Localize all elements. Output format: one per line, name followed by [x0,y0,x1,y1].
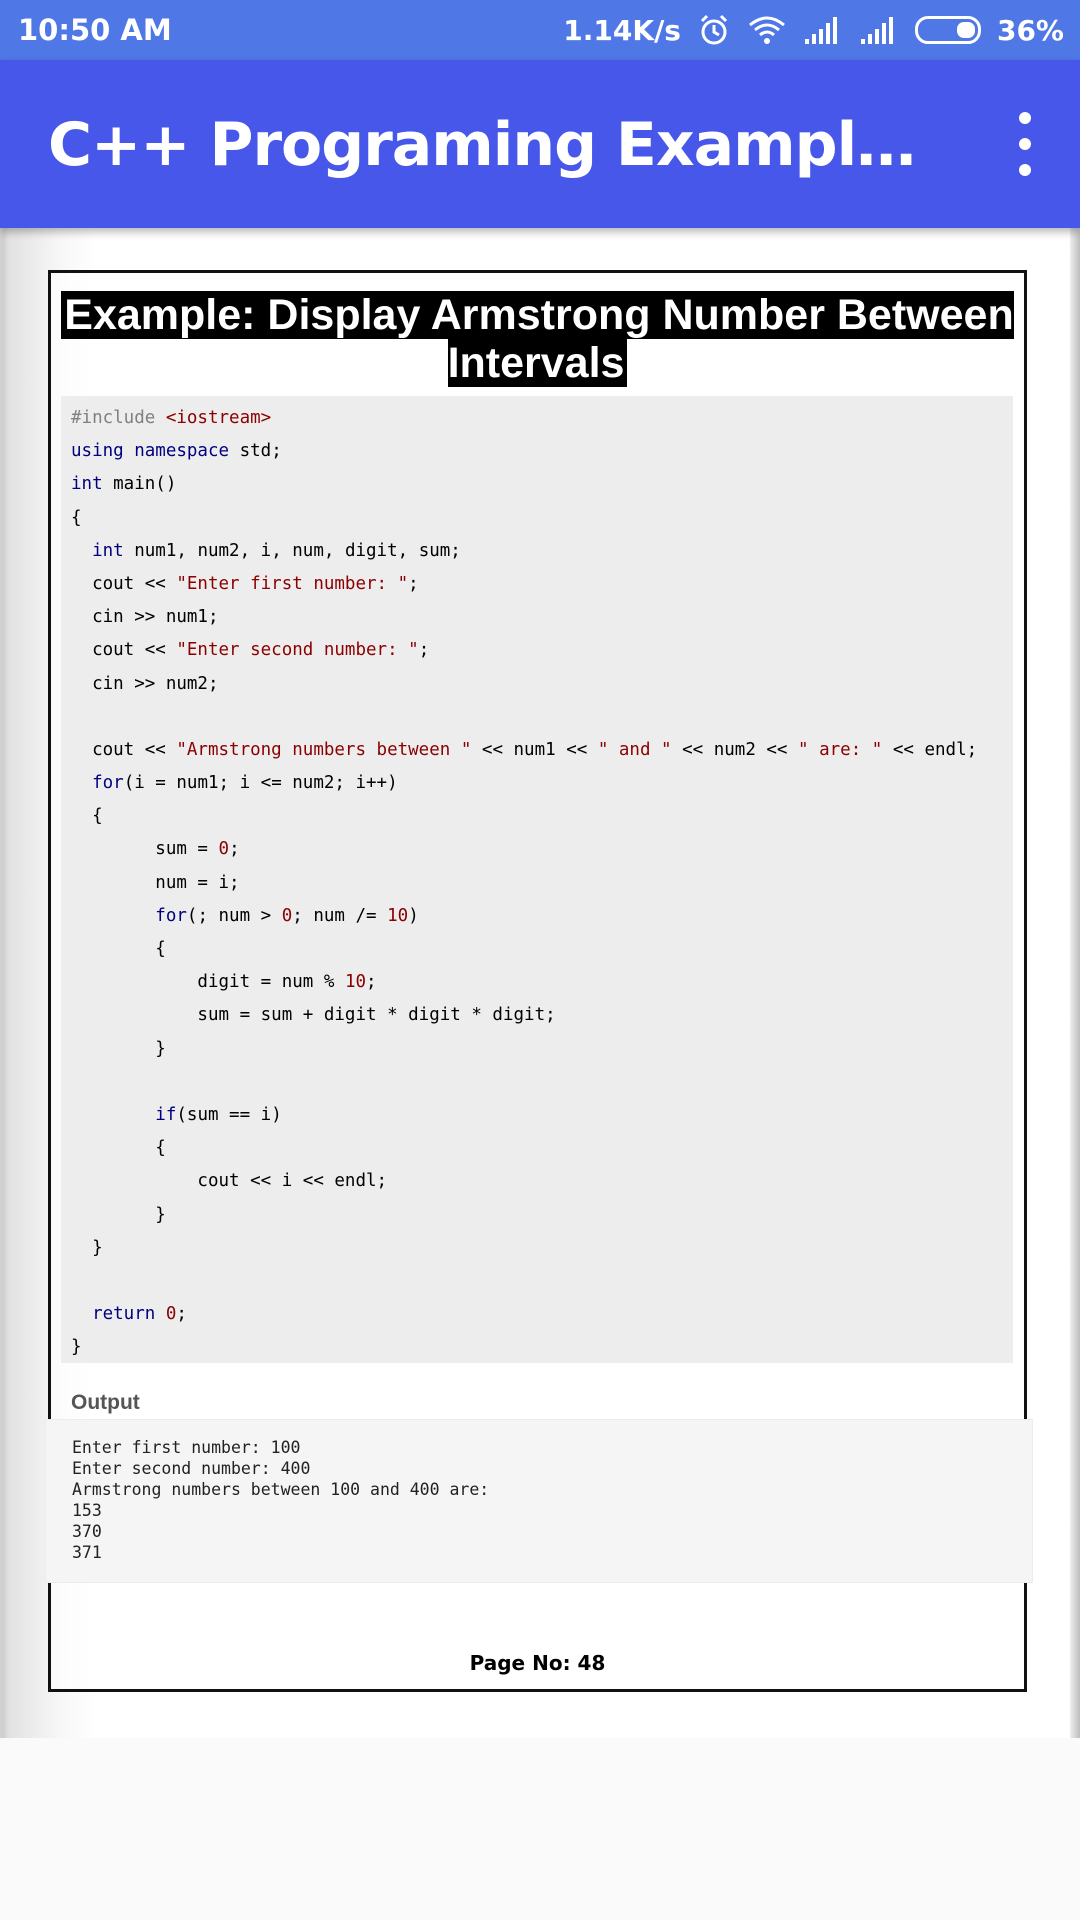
signal-icon-2 [859,15,899,45]
code-line: } [71,1337,82,1358]
output-line: 371 [72,1543,102,1562]
output-line: Enter second number: 400 [72,1459,311,1478]
signal-icon [803,15,843,45]
battery-percent: 36% [996,13,1064,47]
code-line: } [71,1038,166,1059]
page-title: Example: Display Armstrong Number Betwee… [51,291,1024,387]
battery-icon [914,16,981,44]
code-line: sum = sum + digit * digit * digit; [71,1005,556,1026]
more-vert-icon [1019,112,1031,124]
app-bar: C++ Programing Examples Ebo… [0,60,1080,228]
status-time: 10:50 AM [18,13,172,47]
output-line: Armstrong numbers between 100 and 400 ar… [72,1480,490,1499]
code-line: for(; num > 0; num /= 10) [155,905,419,926]
app-title: C++ Programing Examples Ebo… [48,110,928,180]
code-line: #include <iostream> [71,408,272,428]
code-line: cout << "Enter first number: "; [71,573,419,594]
code-line: cout << "Armstrong numbers between " << … [71,739,978,760]
wifi-icon [747,15,787,45]
output-line: 153 [72,1501,102,1520]
output-label: Output [71,1391,140,1414]
code-line: digit = num % 10; [71,972,377,993]
code-line: { [71,507,82,528]
output-block: Enter first number: 100 Enter second numb… [45,1419,1033,1583]
ebook-page: Example: Display Armstrong Number Betwee… [45,270,1033,1692]
code-line: if(sum == i) [155,1104,282,1125]
code-line: return 0; [92,1304,187,1325]
code-line: } [71,1237,103,1258]
output-line: 370 [72,1522,102,1541]
code-line: cout << "Enter second number: "; [71,640,430,661]
code-line: cout << i << endl; [71,1171,388,1192]
overflow-menu-button[interactable] [1000,112,1050,176]
code-line: { [71,806,103,827]
code-line: sum = 0; [71,839,240,860]
code-line: } [71,1204,166,1225]
code-line: { [71,1138,166,1159]
code-line: for(i = num1; i <= num2; i++) [92,773,398,794]
code-line: { [71,939,166,959]
page-number: Page No: 48 [469,1651,606,1675]
alarm-icon [697,13,731,47]
code-line: using namespace std; [71,441,282,462]
network-speed: 1.14K/s [563,13,681,47]
code-line: num = i; [71,872,240,893]
code-line: int num1, num2, i, num, digit, sum; [92,540,461,561]
code-block: #include <iostream> using namespace std; i… [61,396,1013,1363]
code-line: int main() [71,474,177,495]
status-indicators: 1.14K/s 36% [563,13,1064,47]
pdf-viewer[interactable]: Example: Display Armstrong Number Betwee… [0,228,1080,1738]
code-line: cin >> num2; [71,673,219,694]
code-line: cin >> num1; [71,607,219,628]
output-line: Enter first number: 100 [72,1438,301,1457]
status-bar: 10:50 AM 1.14K/s 36% [0,0,1080,60]
